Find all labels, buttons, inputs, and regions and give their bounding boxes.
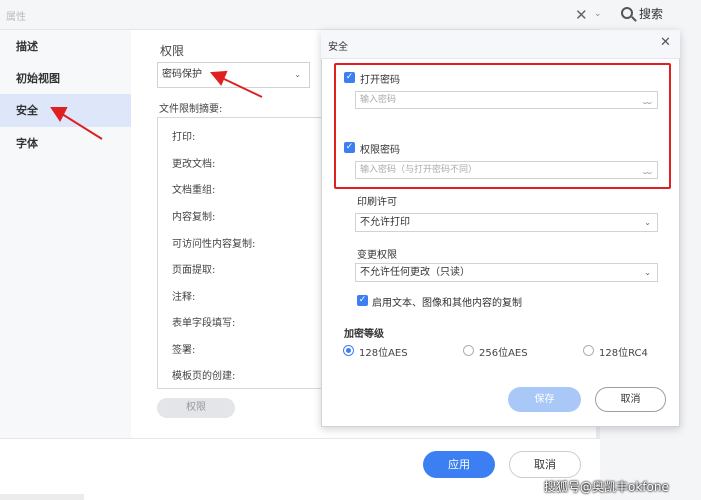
arrow-head-security [50,107,68,122]
watermark: 搜狐号@奥凯丰okfone [544,480,669,494]
arrow-head-method [210,70,228,86]
arrow-to-security-tab [61,113,103,140]
arrow-to-method-select [221,77,263,98]
annotation-arrows [50,70,263,140]
